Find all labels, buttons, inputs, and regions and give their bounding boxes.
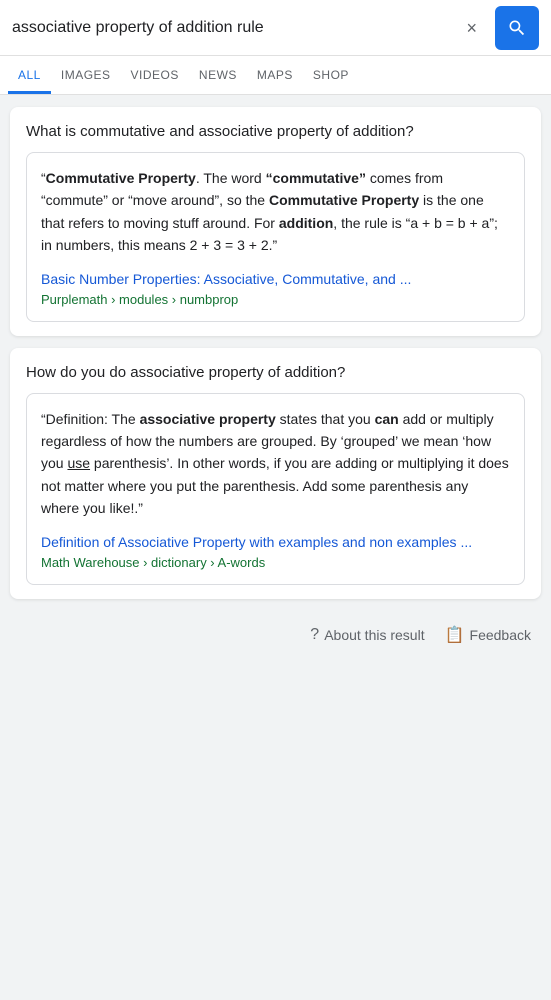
card-2-answer-box: “Definition: The associative property st… bbox=[26, 393, 525, 585]
clear-button[interactable]: × bbox=[456, 19, 487, 37]
feedback-button[interactable]: 📋 Feedback bbox=[445, 625, 531, 645]
search-input[interactable] bbox=[12, 19, 456, 37]
about-icon: ?️ bbox=[310, 626, 319, 644]
tab-maps[interactable]: MAPS bbox=[247, 56, 303, 94]
card-2-link[interactable]: Definition of Associative Property with … bbox=[41, 532, 510, 553]
card-1-answer-box: “Commutative Property. The word “commuta… bbox=[26, 152, 525, 322]
card-2: How do you do associative property of ad… bbox=[10, 348, 541, 599]
footer: ?️ About this result 📋 Feedback bbox=[0, 611, 551, 659]
feedback-icon: 📋 bbox=[445, 625, 465, 645]
about-result-label: About this result bbox=[324, 627, 424, 643]
card-1-source: Purplemath › modules › numbprop bbox=[41, 292, 510, 307]
search-icon bbox=[507, 18, 527, 38]
feedback-label: Feedback bbox=[470, 627, 531, 643]
search-button[interactable] bbox=[495, 6, 539, 50]
card-1-link[interactable]: Basic Number Properties: Associative, Co… bbox=[41, 269, 510, 290]
card-1-question: What is commutative and associative prop… bbox=[26, 121, 525, 142]
card-1-answer-text: “Commutative Property. The word “commuta… bbox=[41, 167, 510, 257]
tab-shop[interactable]: SHOP bbox=[303, 56, 359, 94]
tab-bar: ALL IMAGES VIDEOS NEWS MAPS SHOP bbox=[0, 56, 551, 95]
tab-news[interactable]: NEWS bbox=[189, 56, 247, 94]
tab-all[interactable]: ALL bbox=[8, 56, 51, 94]
about-result-button[interactable]: ?️ About this result bbox=[310, 626, 424, 644]
search-bar: × bbox=[0, 0, 551, 56]
tab-videos[interactable]: VIDEOS bbox=[121, 56, 189, 94]
card-1: What is commutative and associative prop… bbox=[10, 107, 541, 336]
card-2-answer-text: “Definition: The associative property st… bbox=[41, 408, 510, 520]
card-2-question: How do you do associative property of ad… bbox=[26, 362, 525, 383]
card-2-source: Math Warehouse › dictionary › A-words bbox=[41, 555, 510, 570]
tab-images[interactable]: IMAGES bbox=[51, 56, 121, 94]
